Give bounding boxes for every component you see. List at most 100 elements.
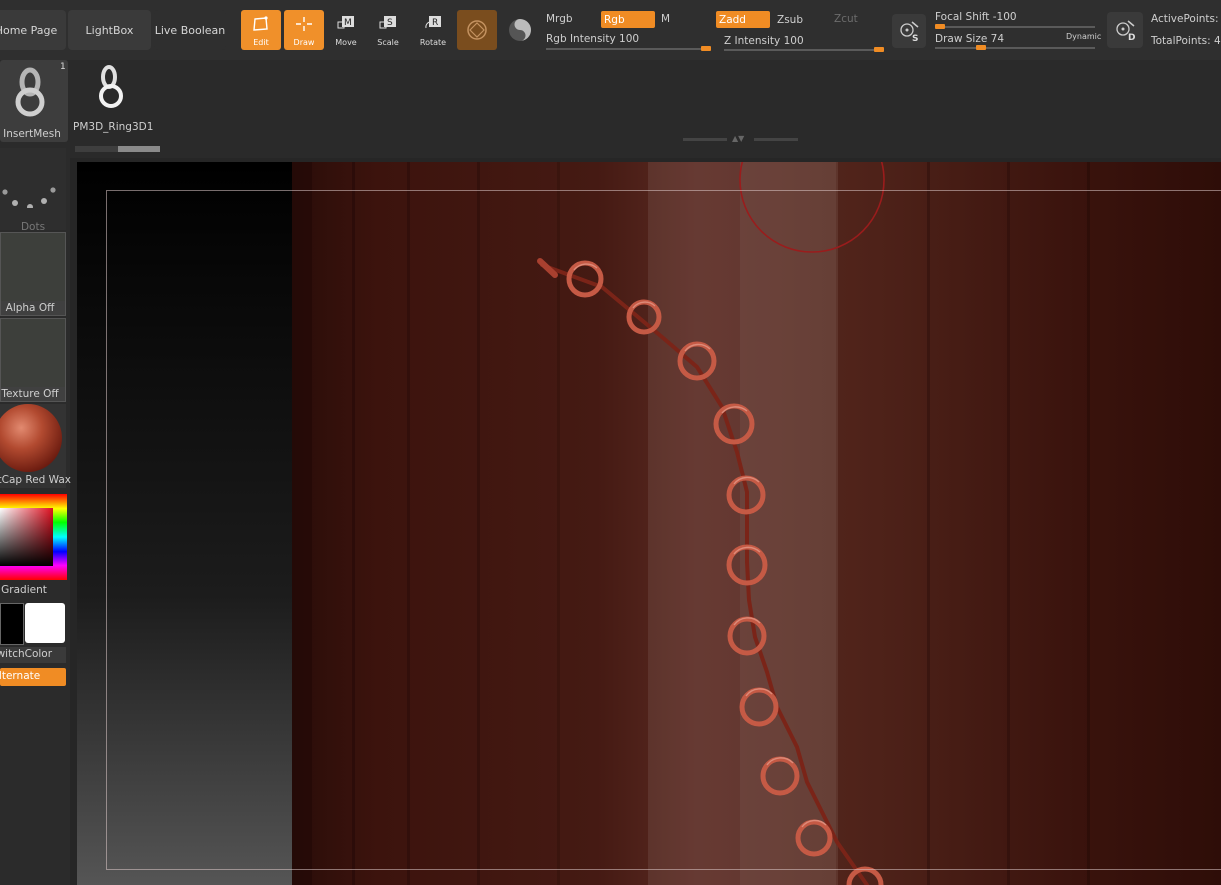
material-label: MatCap Red Wax — [0, 474, 72, 486]
alternate-label: Alternate — [0, 670, 41, 682]
texture-label: Texture Off — [1, 388, 59, 400]
focal-shift-value: -100 — [992, 11, 1017, 23]
alpha-slot[interactable]: Alpha Off — [0, 232, 66, 316]
left-shelf: Dots Alpha Off Texture Off MatCap Red Wa… — [0, 142, 72, 885]
lazymouse-s-button[interactable]: S — [892, 14, 926, 48]
total-points: TotalPoints: 49 — [1151, 35, 1221, 47]
home-page-label: Home Page — [0, 23, 58, 37]
dynamic-toggle[interactable]: Dynamic — [1066, 32, 1101, 41]
scale-button[interactable]: S Scale — [368, 10, 408, 50]
move-label: Move — [335, 38, 357, 47]
z-intensity-slider[interactable] — [724, 49, 884, 51]
rotate-button[interactable]: R Rotate — [413, 10, 453, 50]
insertmesh-brush-slot[interactable]: 1 InsertMesh — [0, 60, 68, 142]
svg-text:S: S — [387, 18, 393, 28]
svg-text:R: R — [432, 18, 438, 28]
scale-label: Scale — [377, 38, 399, 47]
live-boolean-button[interactable]: Live Boolean — [154, 10, 226, 50]
insertmesh-count: 1 — [60, 62, 66, 72]
texture-preview — [1, 319, 65, 387]
draw-label: Draw — [293, 38, 315, 47]
draw-button[interactable]: Draw — [284, 10, 324, 50]
lazymouse-d-button[interactable]: D — [1107, 12, 1143, 48]
gizmo-icon — [509, 19, 531, 41]
ring-mesh-thumbnail[interactable] — [92, 63, 128, 113]
insertmesh-label: InsertMesh — [3, 128, 61, 140]
color-picker[interactable] — [0, 494, 67, 580]
stroke-slot[interactable]: Dots — [0, 148, 66, 233]
red-wax-sphere — [0, 404, 62, 472]
focal-shift-text: Focal Shift — [935, 11, 990, 23]
zadd-toggle[interactable]: Zadd — [716, 11, 770, 28]
rgb-intensity-knob[interactable] — [701, 46, 711, 51]
alpha-label: Alpha Off — [5, 302, 55, 314]
tray-divider-handle[interactable]: ▲▼ — [683, 134, 798, 143]
draw-size-slider[interactable] — [935, 47, 1095, 49]
draw-size-text: Draw Size — [935, 33, 988, 45]
z-intensity-knob[interactable] — [874, 47, 884, 52]
mesh-scrollbar[interactable] — [75, 146, 160, 152]
rgb-intensity-label: Rgb Intensity 100 — [546, 33, 639, 45]
alternate-button[interactable]: Alternate — [0, 668, 66, 686]
ring-chain-icon — [15, 67, 45, 117]
move-button[interactable]: M Move — [326, 10, 366, 50]
zsub-toggle[interactable]: Zsub — [777, 14, 803, 26]
tray-arrows-icon: ▲▼ — [732, 134, 745, 143]
scale-icon: S — [379, 10, 397, 38]
svg-text:M: M — [344, 18, 352, 28]
rgb-intensity-text: Rgb Intensity — [546, 33, 616, 45]
rgb-intensity-slider[interactable] — [546, 48, 711, 50]
rgb-label: Rgb — [604, 13, 625, 26]
rgb-toggle[interactable]: Rgb — [601, 11, 655, 28]
switch-color-button[interactable]: SwitchColor — [0, 647, 66, 663]
z-intensity-value: 100 — [783, 35, 804, 47]
z-intensity-label: Z Intensity 100 — [724, 35, 804, 47]
ring-icon — [99, 65, 123, 108]
document-canvas[interactable] — [77, 162, 1221, 885]
zadd-label: Zadd — [719, 13, 746, 26]
z-intensity-text: Z Intensity — [724, 35, 781, 47]
active-points: ActivePoints: 4 — [1151, 13, 1221, 25]
home-page-button[interactable]: Home Page — [0, 10, 66, 50]
draw-size-value: 74 — [990, 33, 1005, 45]
draw-size-label: Draw Size 74 — [935, 33, 1004, 45]
sculptris-pro-button[interactable] — [457, 10, 497, 50]
mrgb-toggle[interactable]: Mrgb — [546, 13, 573, 25]
gradient-label[interactable]: Gradient — [0, 584, 54, 596]
material-slot[interactable]: MatCap Red Wax — [0, 404, 72, 488]
svg-text:D: D — [1128, 33, 1135, 42]
focal-shift-label: Focal Shift -100 — [935, 11, 1017, 23]
switch-color-label: SwitchColor — [0, 648, 53, 660]
zcut-toggle[interactable]: Zcut — [834, 13, 858, 25]
draw-size-knob[interactable] — [976, 45, 986, 50]
main-color-swatch[interactable] — [0, 603, 24, 645]
rotate-icon: R — [424, 10, 442, 38]
gizmo-toggle[interactable] — [506, 16, 534, 44]
insert-mesh-row: 1 InsertMesh PM3D_Ring3D1 ▲▼ — [0, 60, 1221, 158]
stroke-d-icon: D — [1116, 20, 1135, 42]
svg-text:S: S — [912, 34, 918, 43]
focal-shift-slider[interactable] — [935, 26, 1095, 28]
mesh-scrollbar-thumb[interactable] — [118, 146, 160, 152]
lightbox-button[interactable]: LightBox — [68, 10, 151, 50]
alpha-preview — [1, 233, 65, 301]
stroke-s-icon: S — [900, 21, 918, 43]
lightbox-label: LightBox — [85, 23, 134, 37]
move-icon: M — [337, 10, 355, 38]
ring-mesh-name: PM3D_Ring3D1 — [73, 121, 154, 133]
texture-slot[interactable]: Texture Off — [0, 318, 66, 402]
secondary-color-swatch[interactable] — [25, 603, 65, 643]
edit-button[interactable]: Edit — [241, 10, 281, 50]
color-picker-square[interactable] — [0, 508, 53, 566]
m-toggle[interactable]: M — [661, 13, 670, 25]
viewport-frame — [106, 190, 1221, 870]
draw-icon — [295, 10, 313, 38]
edit-icon — [252, 10, 270, 38]
live-boolean-label: Live Boolean — [154, 23, 226, 37]
focal-shift-knob[interactable] — [935, 24, 945, 29]
dots-stroke-icon — [2, 187, 56, 208]
edit-label: Edit — [253, 38, 269, 47]
sculptris-icon — [467, 20, 487, 40]
top-toolbar: Home Page LightBox Live Boolean Edit Dra… — [0, 0, 1221, 60]
rgb-intensity-value: 100 — [619, 33, 640, 45]
